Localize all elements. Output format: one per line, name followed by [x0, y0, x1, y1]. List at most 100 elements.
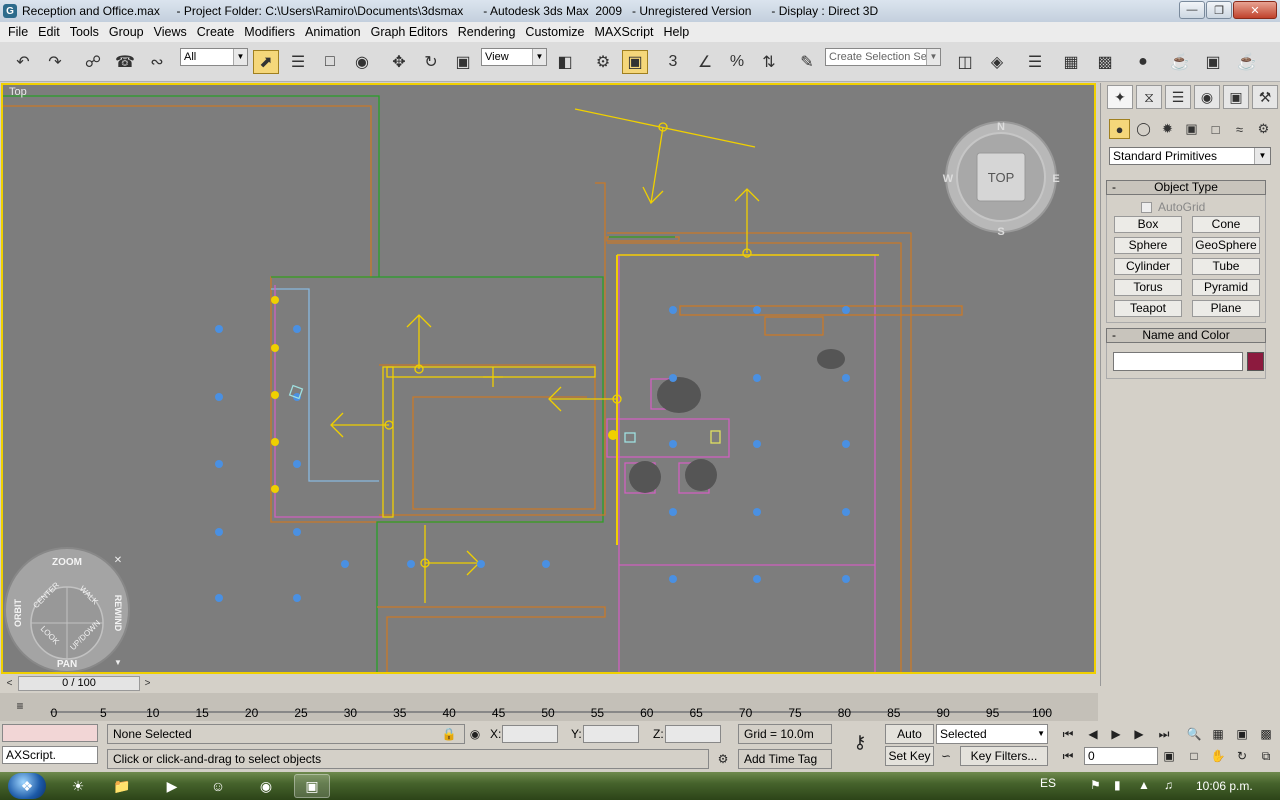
- wheel-zoom[interactable]: ZOOM: [52, 557, 82, 568]
- zoom-extents-icon[interactable]: ▣: [1233, 725, 1251, 743]
- utilities-icon[interactable]: ⚒: [1252, 85, 1278, 109]
- wheel-rewind[interactable]: REWIND: [113, 595, 123, 632]
- key-filters-button[interactable]: Key Filters...: [960, 746, 1048, 766]
- motion-icon[interactable]: ◉: [1194, 85, 1220, 109]
- reference-coord-dropdown[interactable]: View ▼: [481, 48, 547, 66]
- zoom-extents-all-icon[interactable]: ▩: [1257, 725, 1275, 743]
- go-to-end-icon[interactable]: ⏭: [1155, 725, 1173, 743]
- zoom-icon[interactable]: 🔍: [1185, 725, 1203, 743]
- viewcube[interactable]: TOP N S E W: [943, 121, 1060, 238]
- menu-views[interactable]: Views: [150, 25, 191, 39]
- spinner-snap-icon[interactable]: ⇅: [756, 50, 782, 74]
- z-coordinate-field[interactable]: [665, 725, 721, 743]
- play-icon[interactable]: ▶: [1107, 725, 1125, 743]
- autogrid-checkbox[interactable]: AutoGrid: [1141, 200, 1205, 214]
- menu-customize[interactable]: Customize: [521, 25, 588, 39]
- mini-curve-editor-icon[interactable]: ≡: [11, 697, 29, 715]
- 3dsmax-taskbar-icon[interactable]: ▣: [294, 774, 330, 798]
- edit-named-selections-icon[interactable]: ✎: [794, 50, 820, 74]
- minimize-button[interactable]: —: [1179, 1, 1205, 19]
- torus-button[interactable]: Torus: [1114, 279, 1182, 296]
- viewport-label[interactable]: Top: [9, 86, 27, 98]
- object-name-input[interactable]: [1113, 352, 1243, 371]
- set-keys-icon[interactable]: ⚷: [846, 733, 874, 751]
- previous-frame-icon[interactable]: <: [3, 676, 16, 691]
- select-by-name-icon[interactable]: ☰: [285, 50, 311, 74]
- menu-modifiers[interactable]: Modifiers: [240, 25, 299, 39]
- teapot-button[interactable]: Teapot: [1114, 300, 1182, 317]
- rendered-frame-window-icon[interactable]: ▣: [1200, 50, 1226, 74]
- sphere-button[interactable]: Sphere: [1114, 237, 1182, 254]
- mirror-icon[interactable]: ◫: [952, 50, 978, 74]
- modify-icon[interactable]: ⧖: [1136, 85, 1162, 109]
- menu-help[interactable]: Help: [660, 25, 694, 39]
- box-button[interactable]: Box: [1114, 216, 1182, 233]
- language-indicator[interactable]: ES: [1040, 776, 1056, 790]
- select-and-link-icon[interactable]: ☍: [80, 50, 106, 74]
- network-icon[interactable]: ▲: [1138, 778, 1150, 792]
- redo-icon[interactable]: ↷: [42, 50, 68, 74]
- geometry-icon[interactable]: ●: [1109, 119, 1130, 139]
- select-and-rotate-icon[interactable]: ↻: [418, 50, 444, 74]
- flag-icon[interactable]: ⚑: [1090, 778, 1101, 792]
- select-object-icon[interactable]: ⬈: [253, 50, 279, 74]
- snaps-toggle-icon[interactable]: 3: [660, 50, 686, 74]
- angle-snap-icon[interactable]: ∠: [692, 50, 718, 74]
- browser-icon[interactable]: ◉: [248, 774, 284, 798]
- create-icon[interactable]: ✦: [1107, 85, 1133, 109]
- zoom-region-icon[interactable]: □: [1185, 747, 1203, 765]
- undo-icon[interactable]: ↶: [10, 50, 36, 74]
- object-type-rollout-header[interactable]: - Object Type: [1106, 180, 1266, 195]
- set-key-button[interactable]: Set Key: [885, 746, 934, 766]
- systems-icon[interactable]: ⚙: [1253, 119, 1274, 139]
- wheel-orbit[interactable]: ORBIT: [13, 599, 23, 628]
- pyramid-button[interactable]: Pyramid: [1192, 279, 1260, 296]
- selection-filter-dropdown[interactable]: All ▼: [180, 48, 248, 66]
- zoom-all-icon[interactable]: ▦: [1209, 725, 1227, 743]
- menu-graph-editors[interactable]: Graph Editors: [367, 25, 452, 39]
- pan-view-icon[interactable]: ✋: [1209, 747, 1227, 765]
- maxscript-mini-listener-top[interactable]: [2, 724, 98, 742]
- chevron-down-icon[interactable]: ▼: [114, 658, 122, 667]
- tube-button[interactable]: Tube: [1192, 258, 1260, 275]
- object-color-swatch[interactable]: [1247, 352, 1264, 371]
- window-crossing-icon[interactable]: ◉: [349, 50, 375, 74]
- geosphere-button[interactable]: GeoSphere: [1192, 237, 1260, 254]
- current-frame-field[interactable]: 0: [1084, 747, 1158, 765]
- render-setup-icon[interactable]: ☕: [1167, 50, 1193, 74]
- time-configuration-icon[interactable]: ▣: [1160, 747, 1178, 765]
- start-button[interactable]: ❖: [8, 773, 46, 799]
- percent-snap-icon[interactable]: %: [724, 50, 750, 74]
- helpers-icon[interactable]: □: [1205, 119, 1226, 139]
- name-color-rollout-header[interactable]: - Name and Color: [1106, 328, 1266, 343]
- named-selection-sets-field[interactable]: Create Selection Set ▼: [825, 48, 941, 66]
- select-and-move-icon[interactable]: ✥: [386, 50, 412, 74]
- menu-maxscript[interactable]: MAXScript: [590, 25, 657, 39]
- cone-button[interactable]: Cone: [1192, 216, 1260, 233]
- steering-wheel[interactable]: ZOOM PAN ORBIT REWIND CENTER WALK LOOK U…: [4, 547, 130, 672]
- previous-key-icon[interactable]: ◀: [1084, 725, 1102, 743]
- rectangular-selection-icon[interactable]: □: [317, 50, 343, 74]
- volume-icon[interactable]: ♫: [1164, 778, 1173, 792]
- folder-icon[interactable]: 📁: [104, 774, 140, 798]
- material-editor-icon[interactable]: ●: [1130, 50, 1156, 74]
- x-coordinate-field[interactable]: [502, 725, 558, 743]
- time-slider[interactable]: < 0 / 100 >: [0, 675, 1098, 693]
- close-button[interactable]: ✕: [1233, 1, 1277, 19]
- clock-text[interactable]: 10:06 p.m.: [1196, 779, 1253, 793]
- layer-manager-icon[interactable]: ☰: [1022, 50, 1048, 74]
- cylinder-button[interactable]: Cylinder: [1114, 258, 1182, 275]
- curve-editor-icon[interactable]: ▩: [1092, 50, 1118, 74]
- time-slider-thumb[interactable]: 0 / 100: [18, 676, 140, 691]
- shapes-icon[interactable]: ◯: [1133, 119, 1154, 139]
- align-icon[interactable]: ◈: [984, 50, 1010, 74]
- lock-icon[interactable]: 🔒: [440, 725, 458, 743]
- pivot-center-icon[interactable]: ◧: [552, 50, 578, 74]
- add-time-tag-button[interactable]: Add Time Tag: [738, 749, 832, 769]
- lights-icon[interactable]: ✹: [1157, 119, 1178, 139]
- display-icon[interactable]: ▣: [1223, 85, 1249, 109]
- viewport-canvas[interactable]: TOP N S E W ZOOM PAN ORBIT REWIND CENTER…: [3, 85, 1096, 674]
- next-frame-icon[interactable]: >: [141, 676, 154, 691]
- select-and-manipulate-icon[interactable]: ⚙: [590, 50, 616, 74]
- plane-button[interactable]: Plane: [1192, 300, 1260, 317]
